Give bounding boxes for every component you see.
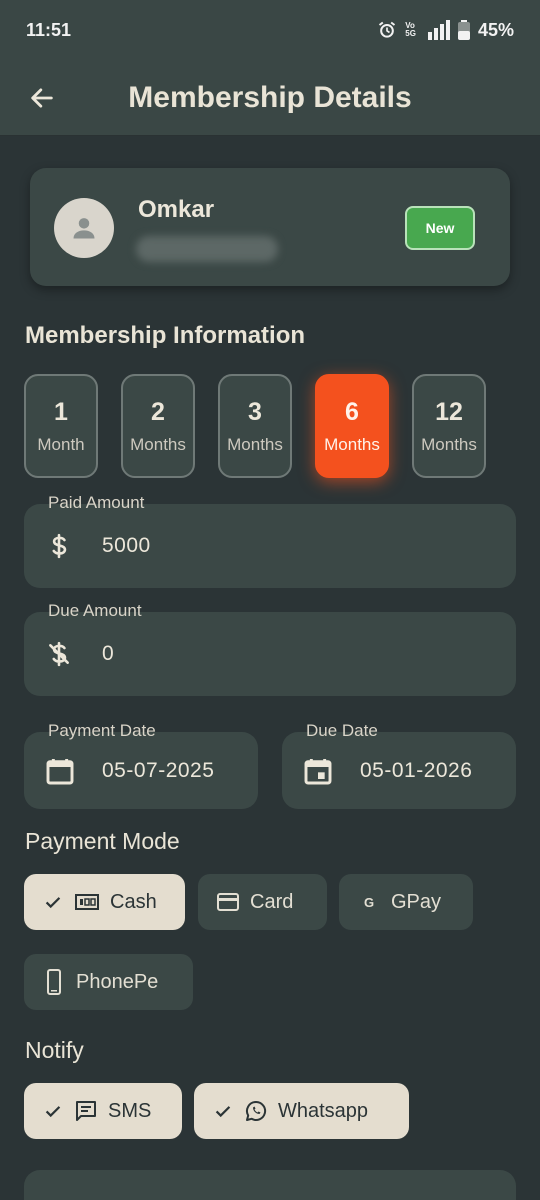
due-date-label: Due Date xyxy=(306,721,378,740)
duration-chip-12-months[interactable]: 12 Months xyxy=(412,374,486,478)
check-icon xyxy=(45,897,61,909)
member-phone-redacted xyxy=(136,236,278,262)
dollar-icon xyxy=(24,531,94,561)
event-icon xyxy=(282,755,354,787)
google-g-icon: G xyxy=(363,894,375,910)
battery-icon xyxy=(457,20,470,40)
due-amount-value: 0 xyxy=(102,642,115,665)
duration-chip-1-month[interactable]: 1 Month xyxy=(24,374,98,478)
signal-icon xyxy=(427,20,450,40)
payment-chip-card[interactable]: Card xyxy=(198,874,327,930)
membership-section-title: Membership Information xyxy=(25,322,306,349)
payment-chip-phonepe[interactable]: PhonePe xyxy=(24,954,193,1010)
alarm-icon xyxy=(379,21,396,38)
battery-percent: 45% xyxy=(477,19,514,40)
duration-chip-2-months[interactable]: 2 Months xyxy=(121,374,195,478)
money-off-icon xyxy=(24,639,94,669)
status-icons: Vo 5G 45% xyxy=(377,20,514,41)
status-badge: New xyxy=(405,206,475,250)
cash-icon xyxy=(75,894,99,910)
due-amount-field[interactable]: Due Amount 0 xyxy=(24,601,516,696)
payment-date-value: 05-07-2025 xyxy=(102,758,215,782)
notify-title: Notify xyxy=(25,1037,84,1063)
payment-date-label: Payment Date xyxy=(48,721,156,740)
arrow-left-icon xyxy=(31,87,53,108)
smartphone-icon xyxy=(47,969,61,995)
avatar xyxy=(54,198,114,258)
status-time: 11:51 xyxy=(26,19,72,40)
back-button[interactable] xyxy=(0,60,84,136)
payment-mode-title: Payment Mode xyxy=(25,828,180,854)
calendar-icon xyxy=(24,755,96,787)
due-amount-label: Due Amount xyxy=(48,601,142,620)
payment-chip-gpay[interactable]: G GPay xyxy=(339,874,473,930)
credit-card-icon xyxy=(217,893,239,911)
payment-date-field[interactable]: Payment Date 05-07-2025 xyxy=(24,721,258,809)
whatsapp-icon xyxy=(246,1100,267,1121)
check-icon xyxy=(45,1106,61,1118)
paid-amount-label: Paid Amount xyxy=(48,493,145,512)
person-icon xyxy=(73,218,95,239)
duration-chip-6-months[interactable]: 6 Months xyxy=(315,374,389,478)
network-label: Vo 5G xyxy=(405,21,416,38)
due-date-field[interactable]: Due Date 05-01-2026 xyxy=(282,721,516,809)
paid-amount-field[interactable]: Paid Amount 5000 xyxy=(24,493,516,588)
duration-selector: 1 Month 2 Months 3 Months 6 Months 12 Mo… xyxy=(24,374,486,478)
notify-chip-sms[interactable]: SMS xyxy=(24,1083,182,1139)
payment-chip-cash[interactable]: Cash xyxy=(24,874,185,930)
check-icon xyxy=(215,1106,231,1118)
bottom-card xyxy=(24,1170,516,1200)
duration-chip-3-months[interactable]: 3 Months xyxy=(218,374,292,478)
due-date-value: 05-01-2026 xyxy=(360,758,473,782)
notify-chip-whatsapp[interactable]: Whatsapp xyxy=(194,1083,409,1139)
profile-card: Omkar New xyxy=(30,168,510,286)
app-bar: Membership Details xyxy=(0,60,540,136)
message-icon xyxy=(76,1101,96,1121)
paid-amount-value: 5000 xyxy=(102,534,151,557)
status-bar: 11:51 Vo 5G 45% xyxy=(0,0,540,60)
member-name: Omkar xyxy=(138,196,215,223)
